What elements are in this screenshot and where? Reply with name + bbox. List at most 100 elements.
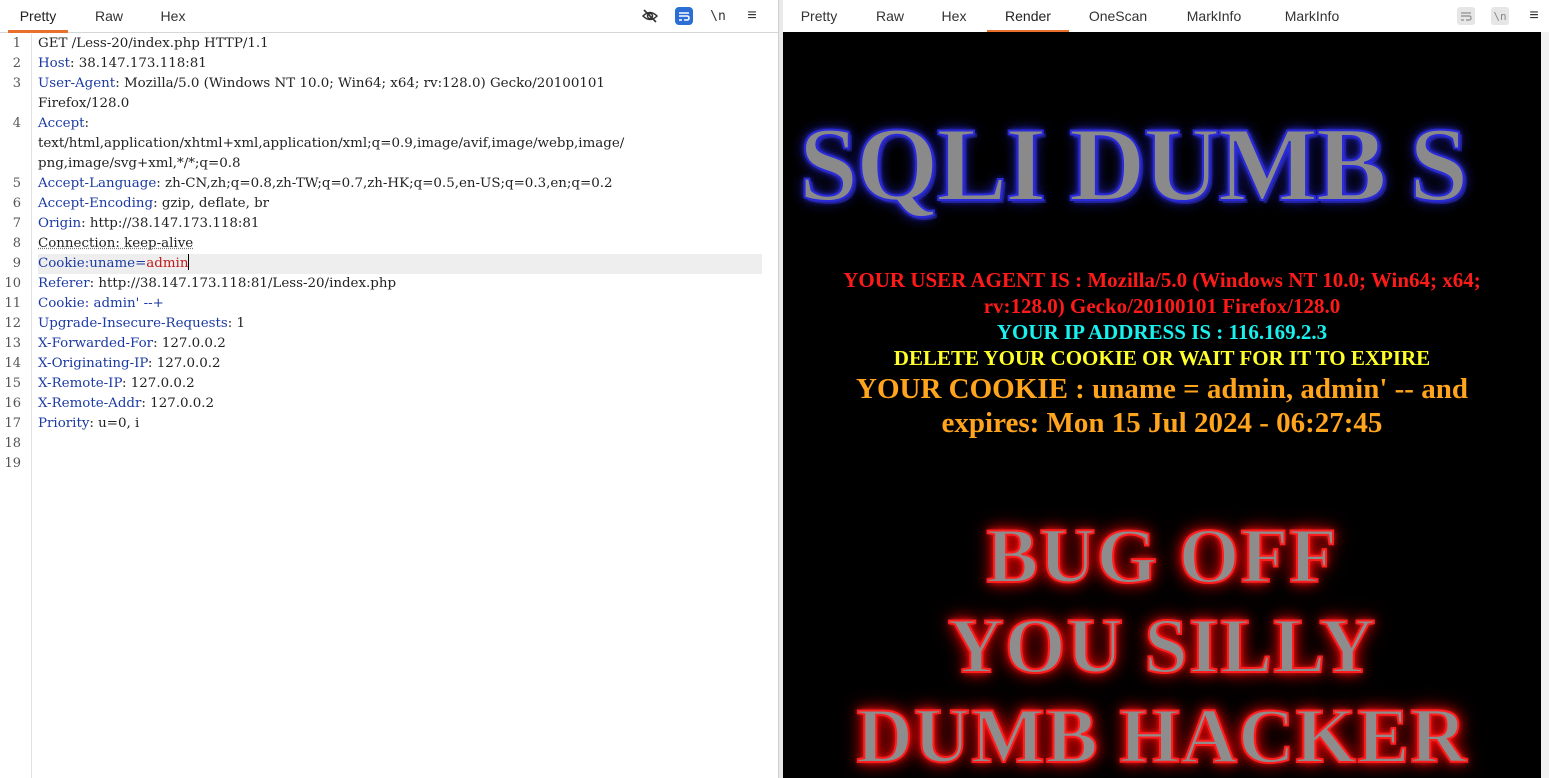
header-key: Cookie: [38, 296, 85, 311]
header-line[interactable]: Host: 38.147.173.118:81: [38, 54, 764, 74]
header-key: Origin: [38, 216, 82, 231]
header-value: : Mozilla/5.0 (Windows NT 10.0; Win64; x…: [115, 76, 605, 91]
text-cursor: [188, 254, 190, 270]
header-key: Accept-Encoding: [38, 196, 154, 211]
header-key: Cookie: [38, 256, 85, 271]
header-key: X-Originating-IP: [38, 356, 148, 371]
header-line[interactable]: X-Originating-IP: 127.0.0.2: [38, 354, 764, 374]
header-value: Firefox/128.0: [38, 96, 130, 111]
header-line[interactable]: X-Remote-Addr: 127.0.0.2: [38, 394, 764, 414]
request-tab-bar: Pretty Raw Hex \n ≡: [0, 0, 778, 33]
tab-hex[interactable]: Hex: [148, 0, 198, 32]
header-line[interactable]: Connection: keep-alive: [38, 234, 764, 254]
header-line[interactable]: Accept:: [38, 114, 764, 134]
header-value: png,image/svg+xml,*/*;q=0.8: [38, 156, 241, 171]
header-line-wrap[interactable]: png,image/svg+xml,*/*;q=0.8: [38, 154, 764, 174]
delete-cookie-text: DELETE YOUR COOKIE OR WAIT FOR IT TO EXP…: [893, 346, 1431, 370]
tab-markinfo[interactable]: MarkInfo: [1177, 0, 1251, 32]
line-number: 4: [12, 116, 21, 131]
bug-off-line-1: BUG OFF: [985, 512, 1338, 599]
header-value: : 38.147.173.118:81: [70, 56, 207, 71]
sqli-dumb-title: SQLI DUMB S: [798, 105, 1469, 224]
header-value: text/html,application/xhtml+xml,applicat…: [38, 136, 625, 151]
bug-off-line-3: DUMB HACKER: [855, 692, 1468, 778]
request-pane: Pretty Raw Hex \n ≡ 1 2 3 4 5 6 7 8 9 10…: [0, 0, 778, 778]
header-line[interactable]: Accept-Language: zh-CN,zh;q=0.8,zh-TW;q=…: [38, 174, 764, 194]
line-number: 11: [4, 296, 21, 311]
line-number: 9: [12, 256, 21, 271]
tab-pretty[interactable]: Pretty: [791, 0, 847, 32]
line-number: 10: [4, 276, 21, 291]
header-line[interactable]: Cookie: admin' --+: [38, 294, 764, 314]
header-value: : http://38.147.173.118:81: [81, 216, 260, 231]
header-value: : 127.0.0.2: [122, 376, 195, 391]
line-number-gutter: 1 2 3 4 5 6 7 8 9 10 11 12 13 14 15 16 1…: [0, 34, 32, 778]
line-number: 8: [12, 236, 21, 251]
newline-icon[interactable]: \n: [709, 7, 727, 25]
line-number: 18: [4, 436, 21, 451]
header-line[interactable]: Origin: http://38.147.173.118:81: [38, 214, 764, 234]
tab-pretty[interactable]: Pretty: [8, 0, 68, 33]
header-value: : zh-CN,zh;q=0.8,zh-TW;q=0.7,zh-HK;q=0.5…: [156, 176, 613, 191]
response-pane: Pretty Raw Hex Render OneScan MarkInfo M…: [783, 0, 1549, 778]
line-number: 17: [4, 416, 21, 431]
wrap-icon[interactable]: [675, 7, 693, 25]
header-line-wrap[interactable]: text/html,application/xhtml+xml,applicat…: [38, 134, 764, 154]
line-number: 12: [4, 316, 21, 331]
header-line[interactable]: X-Forwarded-For: 127.0.0.2: [38, 334, 764, 354]
header-value: : 127.0.0.2: [147, 356, 221, 371]
header-line[interactable]: Referer: http://38.147.173.118:81/Less-2…: [38, 274, 764, 294]
line-number: 7: [12, 216, 21, 231]
header-line[interactable]: X-Remote-IP: 127.0.0.2: [38, 374, 764, 394]
header-key: Referer: [38, 276, 90, 291]
newline-icon[interactable]: \n: [1491, 7, 1509, 25]
response-scrollbar[interactable]: [1541, 32, 1549, 778]
request-text: GET /Less-20/index.php HTTP/1.1: [38, 36, 269, 51]
header-line[interactable]: Accept-Encoding: gzip, deflate, br: [38, 194, 764, 214]
wrap-icon[interactable]: [1457, 7, 1475, 25]
line-number: 3: [12, 76, 21, 91]
header-value: : 127.0.0.2: [141, 396, 215, 411]
line-number: 15: [4, 376, 21, 391]
header-value: : http://38.147.173.118:81/Less-20/index…: [89, 276, 397, 291]
line-number: 1: [12, 36, 21, 51]
tab-markinfo-2[interactable]: MarkInfo: [1275, 0, 1349, 32]
header-value: Connection: keep-alive: [38, 236, 194, 251]
bug-off-line-2: YOU SILLY: [947, 602, 1377, 689]
header-value: : gzip, deflate, br: [153, 196, 270, 211]
header-line-cookie-current[interactable]: Cookie:uname=admin: [38, 254, 762, 274]
tab-raw[interactable]: Raw: [865, 0, 915, 32]
header-value: : 1: [227, 316, 246, 331]
line-number: 6: [12, 196, 21, 211]
header-key: Accept: [38, 116, 85, 131]
header-key: X-Remote-Addr: [38, 396, 142, 411]
tab-hex[interactable]: Hex: [929, 0, 979, 32]
header-line[interactable]: Upgrade-Insecure-Requests: 1: [38, 314, 764, 334]
tab-render[interactable]: Render: [987, 0, 1069, 33]
response-tab-bar: Pretty Raw Hex Render OneScan MarkInfo M…: [783, 0, 1549, 33]
header-value: : 127.0.0.2: [153, 336, 226, 351]
request-line[interactable]: GET /Less-20/index.php HTTP/1.1: [38, 34, 764, 54]
header-key: User-Agent: [38, 76, 116, 91]
hide-icon[interactable]: [641, 7, 659, 25]
menu-icon[interactable]: ≡: [1525, 7, 1543, 25]
tab-raw[interactable]: Raw: [84, 0, 134, 32]
header-line[interactable]: Priority: u=0, i: [38, 414, 764, 434]
header-key: X-Forwarded-For: [38, 336, 154, 351]
header-line[interactable]: User-Agent: Mozilla/5.0 (Windows NT 10.0…: [38, 74, 764, 94]
request-editor[interactable]: GET /Less-20/index.php HTTP/1.1 Host: 38…: [38, 34, 764, 778]
line-number: 16: [4, 396, 21, 411]
header-key: Upgrade-Insecure-Requests: [38, 316, 228, 331]
cookie-value: admin: [146, 256, 189, 271]
menu-icon[interactable]: ≡: [743, 7, 761, 25]
header-line-wrap[interactable]: Firefox/128.0: [38, 94, 764, 114]
header-value: : u=0, i: [89, 416, 140, 431]
tab-onescan[interactable]: OneScan: [1081, 0, 1155, 32]
header-value: : admin' --+: [84, 296, 164, 311]
header-key: X-Remote-IP: [38, 376, 122, 391]
user-agent-text: YOUR USER AGENT IS : Mozilla/5.0 (Window…: [843, 268, 1481, 318]
line-number: 13: [4, 336, 21, 351]
line-number: 19: [4, 456, 21, 471]
header-key: Accept-Language: [38, 176, 157, 191]
line-number: 5: [12, 176, 21, 191]
